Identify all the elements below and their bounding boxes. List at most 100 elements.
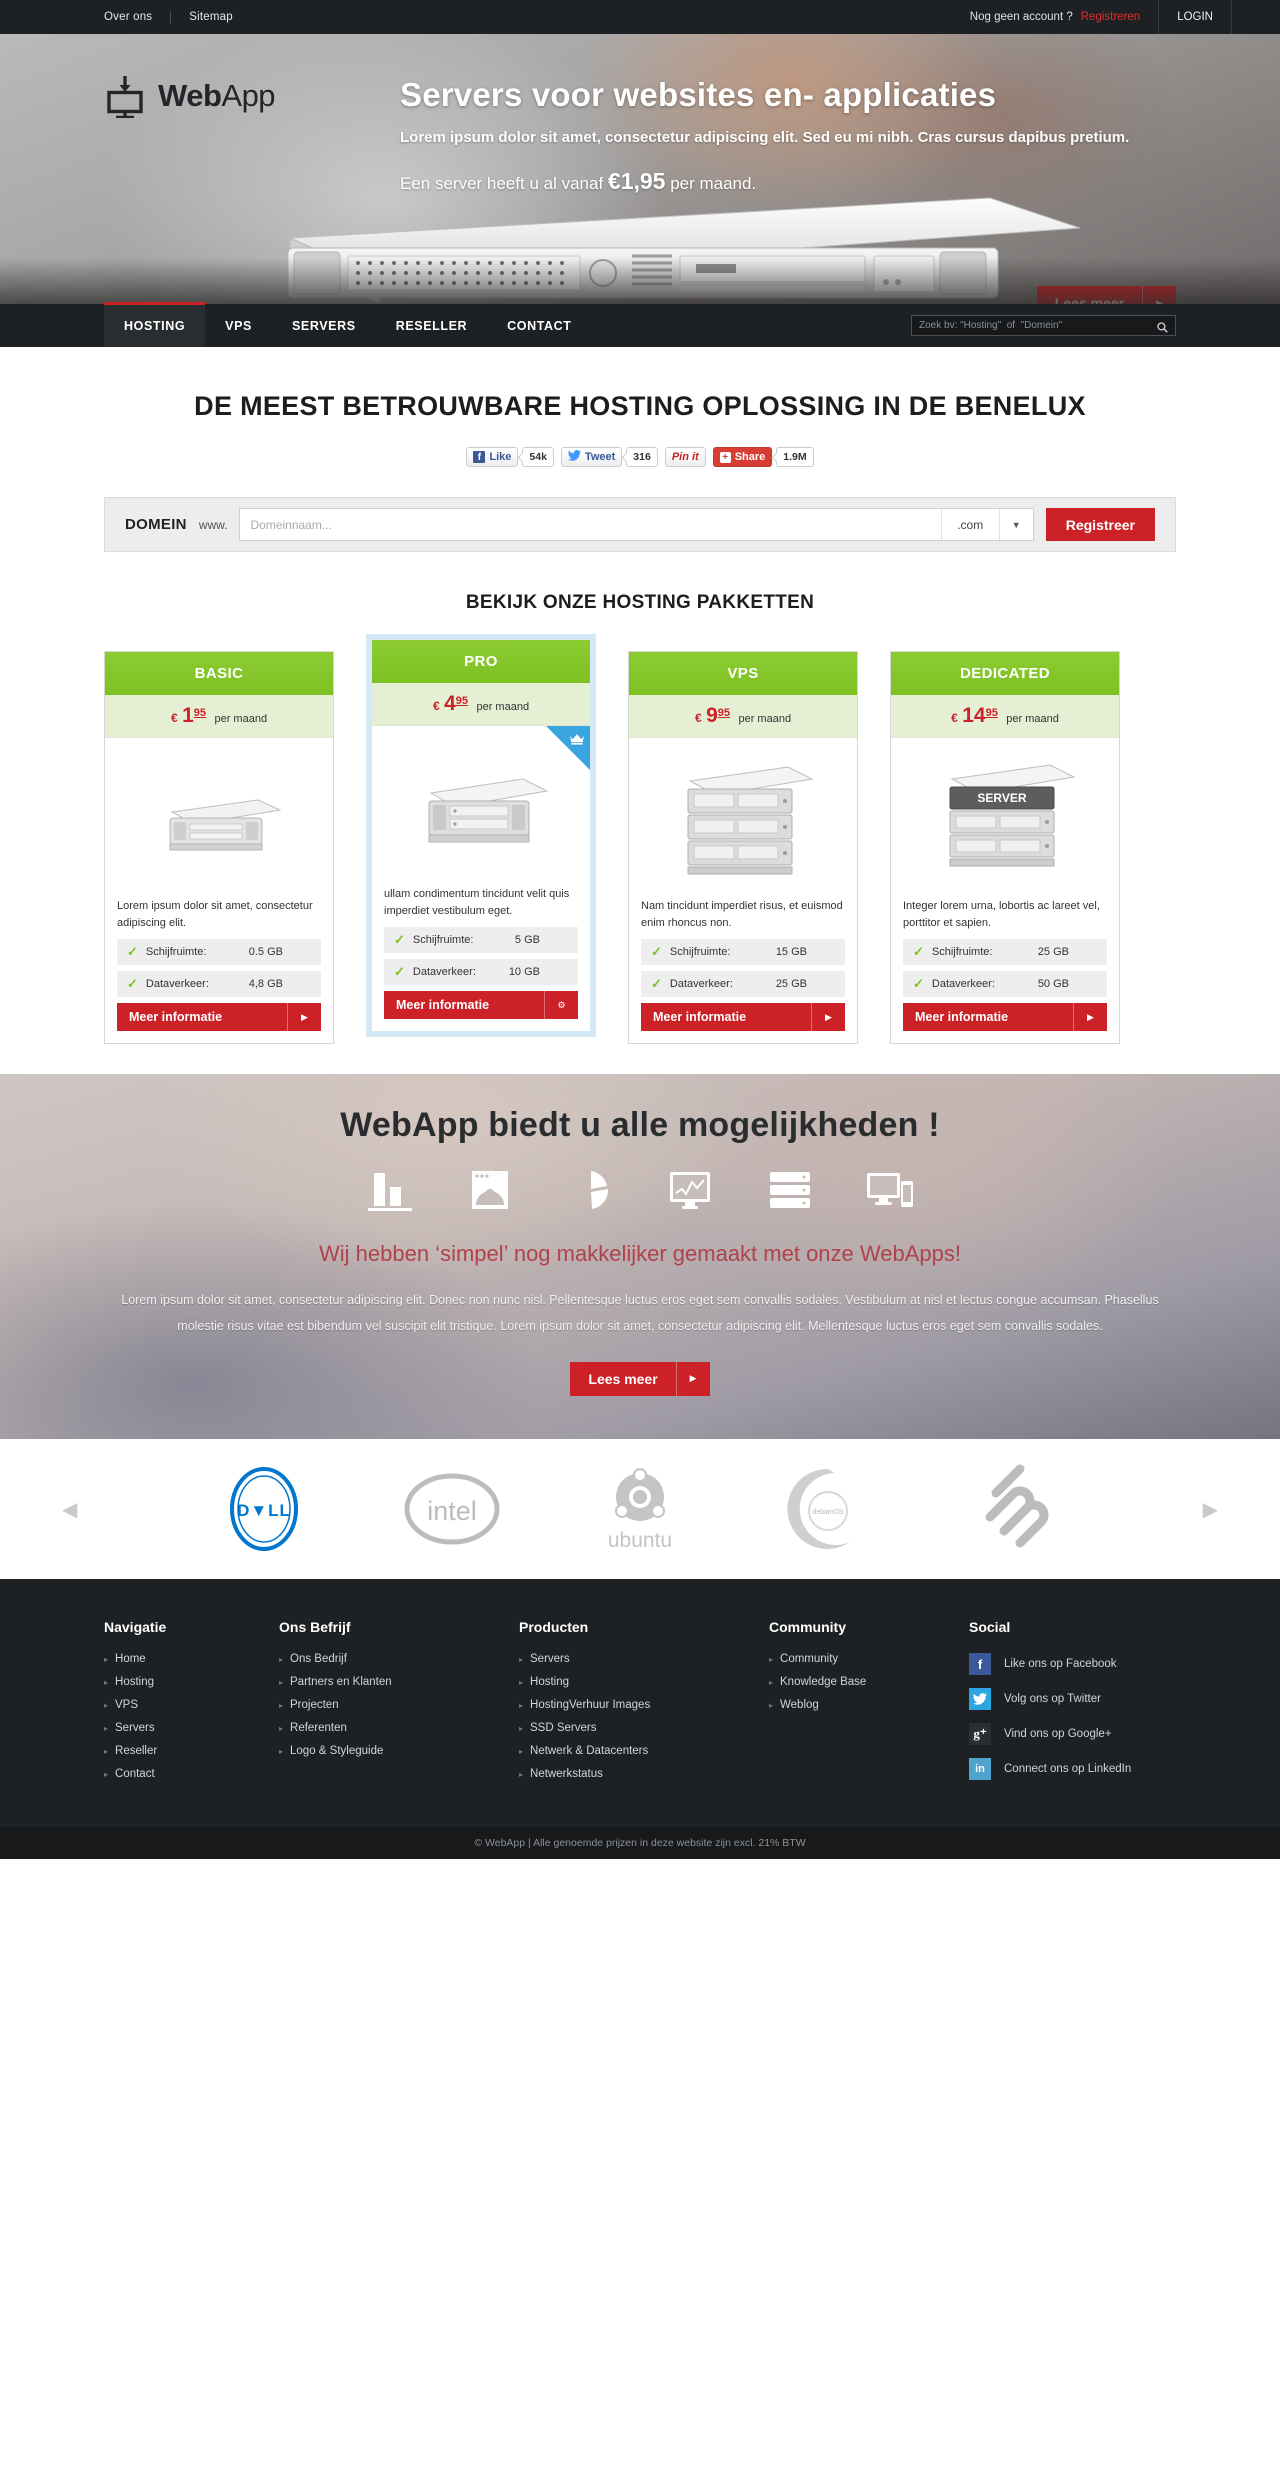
lees-meer-label: Lees meer: [1054, 295, 1125, 304]
footer-column-community: Community ▸ Community ▸ Knowledge Base ▸ We…: [769, 1619, 969, 1793]
facebook-like-button[interactable]: f Like 54k: [466, 447, 554, 467]
footer-link-hostingverhuur[interactable]: ▸ HostingVerhuur Images: [519, 1699, 769, 1711]
svg-text:debianOS: debianOS: [812, 1509, 843, 1516]
google-share-main[interactable]: + Share: [712, 447, 773, 467]
search-input[interactable]: [919, 320, 1157, 331]
site-logo[interactable]: WebApp: [104, 74, 276, 119]
social-link-linkedin[interactable]: in Connect ons op LinkedIn: [969, 1758, 1176, 1780]
footer-link-ssd-servers[interactable]: ▸ SSD Servers: [519, 1722, 769, 1734]
pinterest-pin-main[interactable]: Pin it: [664, 447, 706, 467]
hero-cta-wrap: Lees meer ▶: [1036, 286, 1176, 304]
brand-logo-dell[interactable]: D▼LL: [170, 1466, 358, 1552]
footer-link-knowledge-base[interactable]: ▸ Knowledge Base: [769, 1676, 969, 1688]
caret-icon: ▸: [519, 1700, 524, 1710]
feature-value: 50 GB: [1037, 978, 1069, 990]
more-info-button-basic[interactable]: Meer informatie ▶: [117, 1003, 321, 1031]
footer-column-navigatie: Navigatie ▸ Home ▸ Hosting ▸ VPS ▸ Servers ▸…: [104, 1619, 279, 1793]
brand-logo-ubuntu[interactable]: ubuntu: [546, 1463, 734, 1555]
band-lees-meer-button[interactable]: Lees meer ▶: [570, 1361, 710, 1396]
monitor-graph-icon: [664, 1167, 716, 1213]
pricing-card-basic[interactable]: BASIC € 195 per maand Lorem ipsum dolor …: [104, 651, 334, 1044]
topbar-link-sitemap[interactable]: Sitemap: [189, 11, 233, 23]
currency-symbol: €: [951, 711, 958, 725]
footer-link-weblog[interactable]: ▸ Weblog: [769, 1699, 969, 1711]
nav-item-servers[interactable]: SERVERS: [272, 304, 376, 347]
footer-link-netwerk-datacenters[interactable]: ▸ Netwerk & Datacenters: [519, 1745, 769, 1757]
search-icon[interactable]: [1157, 320, 1168, 333]
footer-link-hosting-prod[interactable]: ▸ Hosting: [519, 1676, 769, 1688]
chevron-down-icon[interactable]: ▼: [998, 509, 1033, 540]
footer-link-ons-bedrijf[interactable]: ▸ Ons Bedrijf: [279, 1653, 519, 1665]
register-domain-button[interactable]: Registreer: [1045, 508, 1155, 541]
google-share-button[interactable]: + Share 1.9M: [712, 447, 814, 467]
footer-link-styleguide[interactable]: ▸ Logo & Styleguide: [279, 1745, 519, 1757]
plus-icon: +: [719, 451, 731, 463]
carousel-prev-icon[interactable]: ◀: [62, 1497, 77, 1522]
footer-link-servers[interactable]: ▸ Servers: [104, 1722, 279, 1734]
footer-link-home[interactable]: ▸ Home: [104, 1653, 279, 1665]
footer-link-label: Contact: [115, 1768, 155, 1780]
twitter-tweet-count: 316: [626, 447, 658, 467]
nav-item-reseller[interactable]: RESELLER: [376, 304, 487, 347]
check-icon: ✓: [651, 976, 662, 991]
nav-item-vps[interactable]: VPS: [205, 304, 272, 347]
feature-value: 0.5 GB: [248, 946, 283, 958]
facebook-like-label: Like: [489, 451, 512, 463]
currency-symbol: €: [694, 711, 702, 725]
monitor-download-icon: [104, 74, 146, 119]
footer-link-hosting[interactable]: ▸ Hosting: [104, 1676, 279, 1688]
register-link[interactable]: Registreren: [1081, 11, 1140, 23]
feature-value: 10 GB: [508, 966, 540, 978]
feature-label: Dataverkeer:: [145, 978, 209, 990]
footer-link-referenten[interactable]: ▸ Referenten: [279, 1722, 519, 1734]
carousel-next-icon[interactable]: ▶: [1203, 1497, 1218, 1522]
footer-heading-producten: Producten: [519, 1619, 589, 1635]
footer-heading-community: Community: [769, 1619, 846, 1635]
footer-link-contact[interactable]: ▸ Contact: [104, 1768, 279, 1780]
currency-symbol: €: [432, 699, 440, 713]
brand-logo-debianos[interactable]: debianOS: [734, 1461, 922, 1557]
twitter-tweet-button[interactable]: Tweet 316: [560, 447, 658, 467]
social-link-twitter[interactable]: Volg ons op Twitter: [969, 1688, 1176, 1710]
topbar-link-over-ons[interactable]: Over ons: [104, 11, 152, 23]
brand-logo-squarespace[interactable]: [922, 1463, 1110, 1555]
main-content: DE MEEST BETROUWBARE HOSTING OPLOSSING I…: [104, 347, 1176, 1044]
social-link-facebook[interactable]: f Like ons op Facebook: [969, 1653, 1176, 1675]
more-info-button-pro[interactable]: Meer informatie ⚙: [384, 991, 578, 1019]
search-box[interactable]: [911, 315, 1176, 336]
footer-link-community[interactable]: ▸ Community: [769, 1653, 969, 1665]
more-info-button-dedicated[interactable]: Meer informatie ▶: [903, 1003, 1107, 1031]
footer-link-netwerkstatus[interactable]: ▸ Netwerkstatus: [519, 1768, 769, 1780]
hero-banner: WebApp Servers voor websites en- applica…: [0, 34, 1280, 304]
login-link[interactable]: LOGIN: [1177, 11, 1213, 23]
footer-link-projecten[interactable]: ▸ Projecten: [279, 1699, 519, 1711]
pricing-card-pro[interactable]: PRO € 495 per maand ullam condimentum ti…: [366, 634, 596, 1037]
footer-link-label: Servers: [115, 1722, 155, 1734]
twitter-tweet-main[interactable]: Tweet: [560, 447, 623, 467]
more-info-button-vps[interactable]: Meer informatie ▶: [641, 1003, 845, 1031]
nav-item-contact[interactable]: CONTACT: [487, 304, 591, 347]
pricing-card-dedicated[interactable]: DEDICATED € 1495 per maand SERVER Intege…: [890, 651, 1120, 1044]
check-icon: ✓: [127, 976, 138, 991]
domain-name-input[interactable]: [240, 509, 941, 540]
footer-link-label: SSD Servers: [530, 1722, 597, 1734]
caret-icon: ▸: [104, 1746, 109, 1756]
caret-icon: ▸: [519, 1746, 524, 1756]
price-integer: 4: [444, 692, 456, 715]
facebook-like-main[interactable]: f Like: [466, 447, 519, 467]
footer-link-reseller[interactable]: ▸ Reseller: [104, 1745, 279, 1757]
nav-item-hosting[interactable]: HOSTING: [104, 302, 206, 347]
footer-link-vps[interactable]: ▸ VPS: [104, 1699, 279, 1711]
social-link-google-plus[interactable]: g⁺ Vind ons op Google+: [969, 1723, 1176, 1745]
pinterest-pin-button[interactable]: Pin it: [664, 447, 706, 467]
check-icon: ✓: [394, 932, 405, 947]
feature-row: ✓ Dataverkeer: 50 GB: [903, 971, 1107, 997]
linkedin-icon: in: [969, 1758, 991, 1780]
brand-logo-intel[interactable]: intel: [358, 1468, 546, 1550]
footer-link-servers-prod[interactable]: ▸ Servers: [519, 1653, 769, 1665]
footer-link-partners[interactable]: ▸ Partners en Klanten: [279, 1676, 519, 1688]
caret-icon: ▸: [519, 1769, 524, 1779]
pricing-card-vps[interactable]: VPS € 995 per maand Nam tincidunt imperd…: [628, 651, 858, 1044]
feature-row: ✓ Dataverkeer: 10 GB: [384, 959, 578, 985]
lees-meer-button[interactable]: Lees meer ▶: [1036, 286, 1176, 304]
